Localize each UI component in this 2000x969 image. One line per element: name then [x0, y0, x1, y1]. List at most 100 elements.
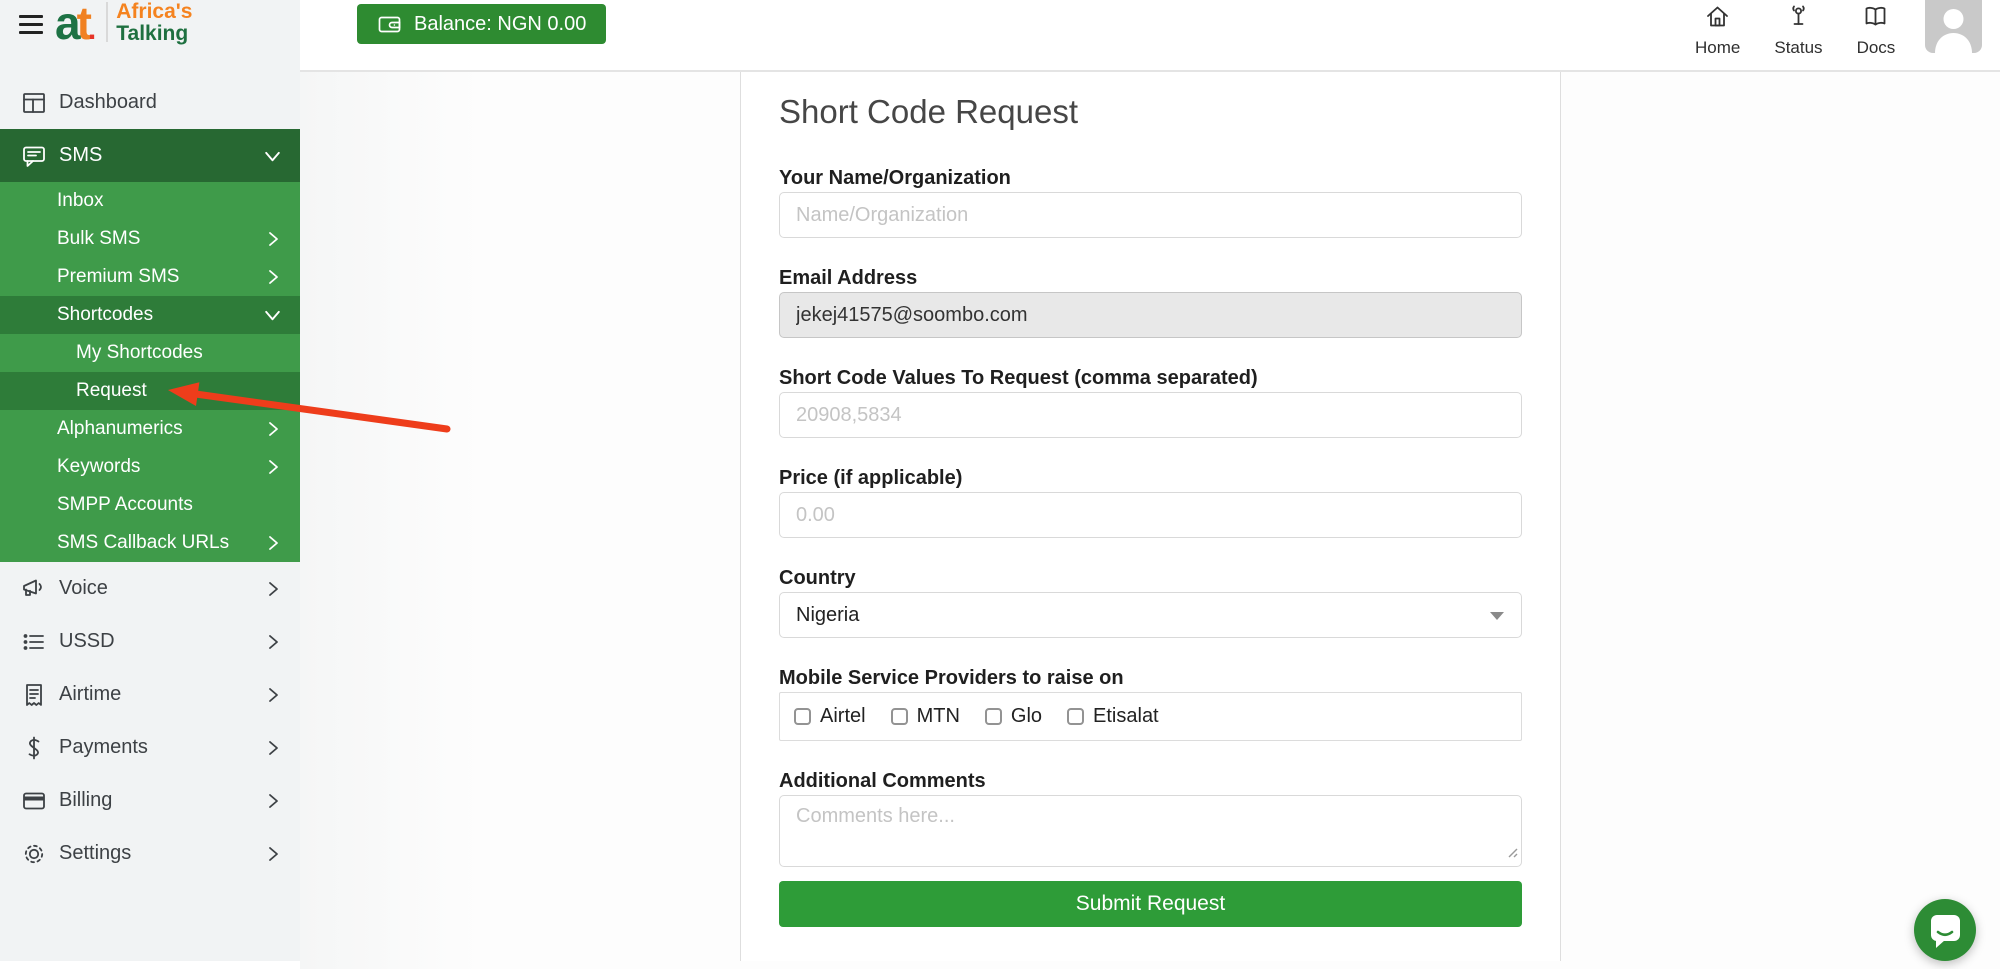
sidebar-item-premium-sms[interactable]: Premium SMS: [0, 258, 300, 296]
logo[interactable]: at. Africa's Talking: [55, 0, 192, 53]
chevron-right-icon: [264, 420, 282, 438]
sidebar-item-bulk-sms[interactable]: Bulk SMS: [0, 220, 300, 258]
topnav-docs[interactable]: Docs: [1857, 3, 1896, 58]
sidebar-item-label: Payments: [59, 736, 148, 759]
top-nav: Home Status Docs: [1695, 3, 1895, 58]
logo-icon: at.: [55, 0, 96, 53]
sidebar-item-settings[interactable]: Settings: [0, 827, 300, 880]
sidebar-item-inbox[interactable]: Inbox: [0, 182, 300, 220]
status-icon: [1785, 3, 1812, 35]
topnav-label: Status: [1774, 38, 1822, 58]
country-field: Country Nigeria: [779, 565, 1522, 638]
payments-icon: [20, 734, 47, 761]
sidebar-item-sms-callback-urls[interactable]: SMS Callback URLs: [0, 524, 300, 562]
sidebar-item-airtime[interactable]: Airtime: [0, 668, 300, 721]
hamburger-menu-icon[interactable]: [19, 15, 43, 34]
chevron-down-icon: [263, 306, 282, 325]
sidebar-item-label: SMS Callback URLs: [57, 532, 229, 554]
providers-field: Mobile Service Providers to raise on Air…: [779, 665, 1522, 741]
submit-request-button[interactable]: Submit Request: [779, 881, 1522, 927]
email-input[interactable]: [779, 292, 1522, 338]
name-input[interactable]: [779, 192, 1522, 238]
country-selected-value: Nigeria: [796, 604, 859, 627]
billing-icon: [20, 787, 47, 814]
chevron-right-icon: [264, 845, 282, 863]
sidebar-item-label: Alphanumerics: [57, 418, 183, 440]
sidebar-item-label: Voice: [59, 577, 108, 600]
sidebar-item-label: Dashboard: [59, 91, 157, 114]
sidebar-item-label: Inbox: [57, 190, 103, 212]
price-label: Price (if applicable): [779, 465, 1522, 491]
settings-icon: [20, 840, 47, 867]
sidebar-item-label: Billing: [59, 789, 112, 812]
sidebar-item-label: Keywords: [57, 456, 140, 478]
provider-checkbox-etisalat[interactable]: [1067, 708, 1084, 725]
sidebar-item-dashboard[interactable]: Dashboard: [0, 76, 300, 129]
sidebar-item-sms[interactable]: SMS: [0, 129, 300, 182]
sidebar-item-label: SMPP Accounts: [57, 494, 193, 516]
sidebar-item-ussd[interactable]: USSD: [0, 615, 300, 668]
provider-label: MTN: [917, 705, 960, 728]
sidebar-item-label: Shortcodes: [57, 304, 153, 326]
page-title: Short Code Request: [779, 90, 1522, 134]
sidebar-item-alphanumerics[interactable]: Alphanumerics: [0, 410, 300, 448]
email-label: Email Address: [779, 265, 1522, 291]
chevron-right-icon: [264, 268, 282, 286]
provider-option-mtn: MTN: [891, 705, 960, 728]
balance-button[interactable]: Balance: NGN 0.00: [357, 4, 606, 44]
chevron-right-icon: [264, 686, 282, 704]
email-field: Email Address: [779, 265, 1522, 338]
chevron-right-icon: [264, 739, 282, 757]
provider-checkbox-mtn[interactable]: [891, 708, 908, 725]
comments-field: Additional Comments: [779, 768, 1522, 867]
chevron-right-icon: [264, 534, 282, 552]
provider-label: Glo: [1011, 705, 1042, 728]
voice-icon: [20, 575, 47, 602]
price-field: Price (if applicable): [779, 465, 1522, 538]
topnav-label: Home: [1695, 38, 1740, 58]
sidebar-item-label: USSD: [59, 630, 115, 653]
topnav-home[interactable]: Home: [1695, 3, 1740, 58]
logo-text: Africa's Talking: [116, 0, 192, 45]
sidebar-item-shortcodes[interactable]: Shortcodes: [0, 296, 300, 334]
chevron-right-icon: [264, 792, 282, 810]
sidebar-item-smpp-accounts[interactable]: SMPP Accounts: [0, 486, 300, 524]
shortcode-values-input[interactable]: [779, 392, 1522, 438]
chevron-right-icon: [264, 230, 282, 248]
sidebar-item-label: My Shortcodes: [76, 342, 203, 364]
sidebar-item-request[interactable]: Request: [0, 372, 300, 410]
comments-label: Additional Comments: [779, 768, 1522, 794]
sidebar-item-label: Airtime: [59, 683, 121, 706]
sidebar-item-keywords[interactable]: Keywords: [0, 448, 300, 486]
name-label: Your Name/Organization: [779, 165, 1522, 191]
sidebar-item-payments[interactable]: Payments: [0, 721, 300, 774]
shortcode-request-card: Short Code Request Your Name/Organizatio…: [740, 72, 1561, 961]
provider-checkbox-airtel[interactable]: [794, 708, 811, 725]
balance-label: Balance: NGN 0.00: [414, 13, 586, 36]
sidebar-item-label: Settings: [59, 842, 131, 865]
chevron-right-icon: [264, 580, 282, 598]
airtime-icon: [20, 681, 47, 708]
top-bar: Balance: NGN 0.00 Home Status Docs: [300, 0, 2000, 72]
chat-widget-button[interactable]: [1914, 899, 1976, 961]
provider-option-etisalat: Etisalat: [1067, 705, 1159, 728]
resize-handle[interactable]: [1506, 845, 1518, 863]
country-select[interactable]: Nigeria: [779, 592, 1522, 638]
topnav-status[interactable]: Status: [1774, 3, 1822, 58]
app-window: at. Africa's Talking Dashboard SMS Inbox Bu…: [0, 0, 2000, 969]
sidebar-item-billing[interactable]: Billing: [0, 774, 300, 827]
provider-option-glo: Glo: [985, 705, 1042, 728]
provider-checkbox-glo[interactable]: [985, 708, 1002, 725]
docs-icon: [1862, 3, 1889, 35]
dropdown-arrow-icon: [1490, 612, 1504, 620]
content-shade: [300, 72, 480, 969]
provider-label: Etisalat: [1093, 705, 1159, 728]
price-input[interactable]: [779, 492, 1522, 538]
providers-box: Airtel MTN Glo Etisalat: [779, 692, 1522, 741]
provider-label: Airtel: [820, 705, 866, 728]
sidebar-item-voice[interactable]: Voice: [0, 562, 300, 615]
sidebar-item-my-shortcodes[interactable]: My Shortcodes: [0, 334, 300, 372]
avatar[interactable]: [1925, 0, 1982, 53]
comments-textarea[interactable]: [779, 795, 1522, 867]
chevron-right-icon: [264, 458, 282, 476]
